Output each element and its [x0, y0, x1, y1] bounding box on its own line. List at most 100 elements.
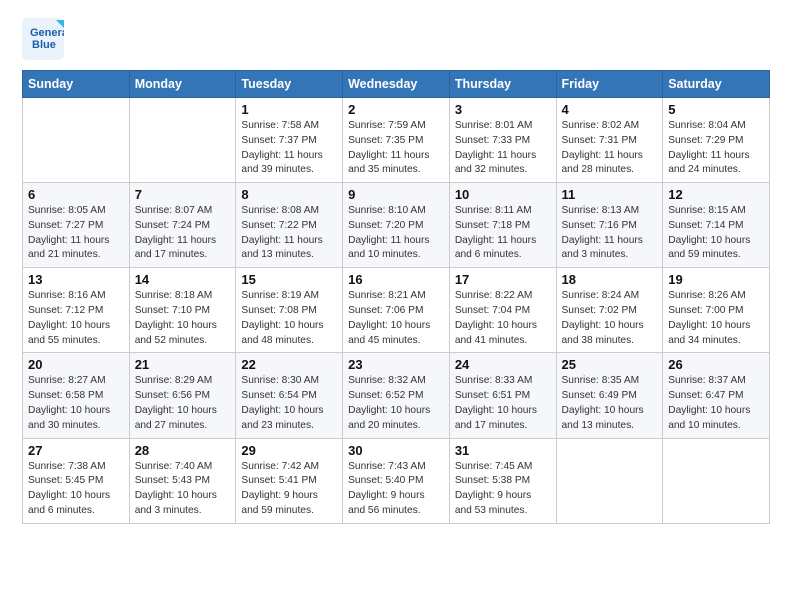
calendar-cell: 25 Sunrise: 8:35 AM Sunset: 6:49 PM Dayli… [556, 353, 663, 438]
day-info: Sunrise: 7:58 AM Sunset: 7:37 PM Dayligh… [241, 119, 337, 178]
day-number: 25 [562, 357, 658, 372]
calendar-cell [663, 438, 770, 523]
day-number: 14 [135, 272, 231, 287]
day-info: Sunrise: 8:29 AM Sunset: 6:56 PM Dayligh… [135, 374, 231, 433]
week-row-1: 1 Sunrise: 7:58 AM Sunset: 7:37 PM Daylig… [23, 98, 770, 183]
day-info: Sunrise: 8:13 AM Sunset: 7:16 PM Dayligh… [562, 204, 658, 263]
day-info: Sunrise: 8:35 AM Sunset: 6:49 PM Dayligh… [562, 374, 658, 433]
calendar-cell: 1 Sunrise: 7:58 AM Sunset: 7:37 PM Daylig… [236, 98, 343, 183]
day-number: 16 [348, 272, 444, 287]
calendar-cell: 31 Sunrise: 7:45 AM Sunset: 5:38 PM Dayli… [449, 438, 556, 523]
week-row-5: 27 Sunrise: 7:38 AM Sunset: 5:45 PM Dayli… [23, 438, 770, 523]
day-info: Sunrise: 8:24 AM Sunset: 7:02 PM Dayligh… [562, 289, 658, 348]
day-number: 30 [348, 443, 444, 458]
day-info: Sunrise: 8:11 AM Sunset: 7:18 PM Dayligh… [455, 204, 551, 263]
day-info: Sunrise: 7:59 AM Sunset: 7:35 PM Dayligh… [348, 119, 444, 178]
logo: General Blue [22, 18, 64, 60]
calendar-cell: 6 Sunrise: 8:05 AM Sunset: 7:27 PM Daylig… [23, 183, 130, 268]
calendar-cell [23, 98, 130, 183]
calendar-cell: 3 Sunrise: 8:01 AM Sunset: 7:33 PM Daylig… [449, 98, 556, 183]
calendar-cell: 2 Sunrise: 7:59 AM Sunset: 7:35 PM Daylig… [343, 98, 450, 183]
day-number: 19 [668, 272, 764, 287]
calendar-cell: 30 Sunrise: 7:43 AM Sunset: 5:40 PM Dayli… [343, 438, 450, 523]
day-info: Sunrise: 8:33 AM Sunset: 6:51 PM Dayligh… [455, 374, 551, 433]
col-header-wednesday: Wednesday [343, 71, 450, 98]
logo-svg-container: General Blue [22, 18, 64, 60]
svg-text:General: General [30, 27, 64, 39]
day-number: 18 [562, 272, 658, 287]
day-number: 22 [241, 357, 337, 372]
day-number: 10 [455, 187, 551, 202]
day-info: Sunrise: 8:26 AM Sunset: 7:00 PM Dayligh… [668, 289, 764, 348]
calendar-cell: 4 Sunrise: 8:02 AM Sunset: 7:31 PM Daylig… [556, 98, 663, 183]
day-number: 28 [135, 443, 231, 458]
day-info: Sunrise: 8:22 AM Sunset: 7:04 PM Dayligh… [455, 289, 551, 348]
calendar-cell: 9Sunrise: 8:10 AM Sunset: 7:20 PM Daylig… [343, 183, 450, 268]
day-number: 11 [562, 187, 658, 202]
day-info: Sunrise: 8:02 AM Sunset: 7:31 PM Dayligh… [562, 119, 658, 178]
week-row-3: 13Sunrise: 8:16 AM Sunset: 7:12 PM Dayli… [23, 268, 770, 353]
calendar-table: SundayMondayTuesdayWednesdayThursdayFrid… [22, 70, 770, 524]
day-number: 24 [455, 357, 551, 372]
day-number: 3 [455, 102, 551, 117]
day-number: 15 [241, 272, 337, 287]
col-header-monday: Monday [129, 71, 236, 98]
logo-icon: General Blue [22, 18, 64, 60]
day-number: 5 [668, 102, 764, 117]
calendar-cell: 16 Sunrise: 8:21 AM Sunset: 7:06 PM Dayli… [343, 268, 450, 353]
day-info: Sunrise: 8:04 AM Sunset: 7:29 PM Dayligh… [668, 119, 764, 178]
calendar-cell: 28 Sunrise: 7:40 AM Sunset: 5:43 PM Dayli… [129, 438, 236, 523]
day-info: Sunrise: 8:07 AM Sunset: 7:24 PM Dayligh… [135, 204, 231, 263]
day-info: Sunrise: 8:16 AM Sunset: 7:12 PM Dayligh… [28, 289, 124, 348]
day-number: 7 [135, 187, 231, 202]
page: General Blue SundayMondayTuesdayWednesda… [0, 0, 792, 542]
day-info: Sunrise: 8:19 AM Sunset: 7:08 PM Dayligh… [241, 289, 337, 348]
day-number: 17 [455, 272, 551, 287]
calendar-cell: 11 Sunrise: 8:13 AM Sunset: 7:16 PM Dayli… [556, 183, 663, 268]
day-number: 2 [348, 102, 444, 117]
col-header-friday: Friday [556, 71, 663, 98]
day-info: Sunrise: 7:42 AM Sunset: 5:41 PM Dayligh… [241, 460, 337, 519]
day-info: Sunrise: 7:43 AM Sunset: 5:40 PM Dayligh… [348, 460, 444, 519]
calendar-cell: 5 Sunrise: 8:04 AM Sunset: 7:29 PM Daylig… [663, 98, 770, 183]
day-number: 29 [241, 443, 337, 458]
day-number: 4 [562, 102, 658, 117]
day-info: Sunrise: 8:10 AM Sunset: 7:20 PM Dayligh… [348, 204, 444, 263]
day-info: Sunrise: 7:38 AM Sunset: 5:45 PM Dayligh… [28, 460, 124, 519]
day-number: 31 [455, 443, 551, 458]
calendar-cell: 10 Sunrise: 8:11 AM Sunset: 7:18 PM Dayli… [449, 183, 556, 268]
header: General Blue [22, 18, 770, 60]
day-info: Sunrise: 7:45 AM Sunset: 5:38 PM Dayligh… [455, 460, 551, 519]
calendar-cell: 12Sunrise: 8:15 AM Sunset: 7:14 PM Dayli… [663, 183, 770, 268]
day-number: 21 [135, 357, 231, 372]
day-info: Sunrise: 8:21 AM Sunset: 7:06 PM Dayligh… [348, 289, 444, 348]
day-info: Sunrise: 8:01 AM Sunset: 7:33 PM Dayligh… [455, 119, 551, 178]
calendar-cell: 21 Sunrise: 8:29 AM Sunset: 6:56 PM Dayli… [129, 353, 236, 438]
day-number: 27 [28, 443, 124, 458]
calendar-cell: 19 Sunrise: 8:26 AM Sunset: 7:00 PM Dayli… [663, 268, 770, 353]
col-header-tuesday: Tuesday [236, 71, 343, 98]
day-number: 1 [241, 102, 337, 117]
day-number: 6 [28, 187, 124, 202]
week-row-2: 6 Sunrise: 8:05 AM Sunset: 7:27 PM Daylig… [23, 183, 770, 268]
day-number: 23 [348, 357, 444, 372]
calendar-cell: 20Sunrise: 8:27 AM Sunset: 6:58 PM Dayli… [23, 353, 130, 438]
calendar-cell: 29 Sunrise: 7:42 AM Sunset: 5:41 PM Dayli… [236, 438, 343, 523]
calendar-cell: 22Sunrise: 8:30 AM Sunset: 6:54 PM Dayli… [236, 353, 343, 438]
calendar-cell [129, 98, 236, 183]
day-info: Sunrise: 8:15 AM Sunset: 7:14 PM Dayligh… [668, 204, 764, 263]
col-header-saturday: Saturday [663, 71, 770, 98]
day-info: Sunrise: 8:05 AM Sunset: 7:27 PM Dayligh… [28, 204, 124, 263]
day-info: Sunrise: 8:32 AM Sunset: 6:52 PM Dayligh… [348, 374, 444, 433]
calendar-cell: 15 Sunrise: 8:19 AM Sunset: 7:08 PM Dayli… [236, 268, 343, 353]
calendar-cell: 8Sunrise: 8:08 AM Sunset: 7:22 PM Daylig… [236, 183, 343, 268]
day-number: 20 [28, 357, 124, 372]
calendar-cell: 18 Sunrise: 8:24 AM Sunset: 7:02 PM Dayli… [556, 268, 663, 353]
calendar-cell: 7 Sunrise: 8:07 AM Sunset: 7:24 PM Daylig… [129, 183, 236, 268]
calendar-cell [556, 438, 663, 523]
week-row-4: 20Sunrise: 8:27 AM Sunset: 6:58 PM Dayli… [23, 353, 770, 438]
col-header-sunday: Sunday [23, 71, 130, 98]
day-info: Sunrise: 8:37 AM Sunset: 6:47 PM Dayligh… [668, 374, 764, 433]
day-info: Sunrise: 7:40 AM Sunset: 5:43 PM Dayligh… [135, 460, 231, 519]
calendar-header-row: SundayMondayTuesdayWednesdayThursdayFrid… [23, 71, 770, 98]
